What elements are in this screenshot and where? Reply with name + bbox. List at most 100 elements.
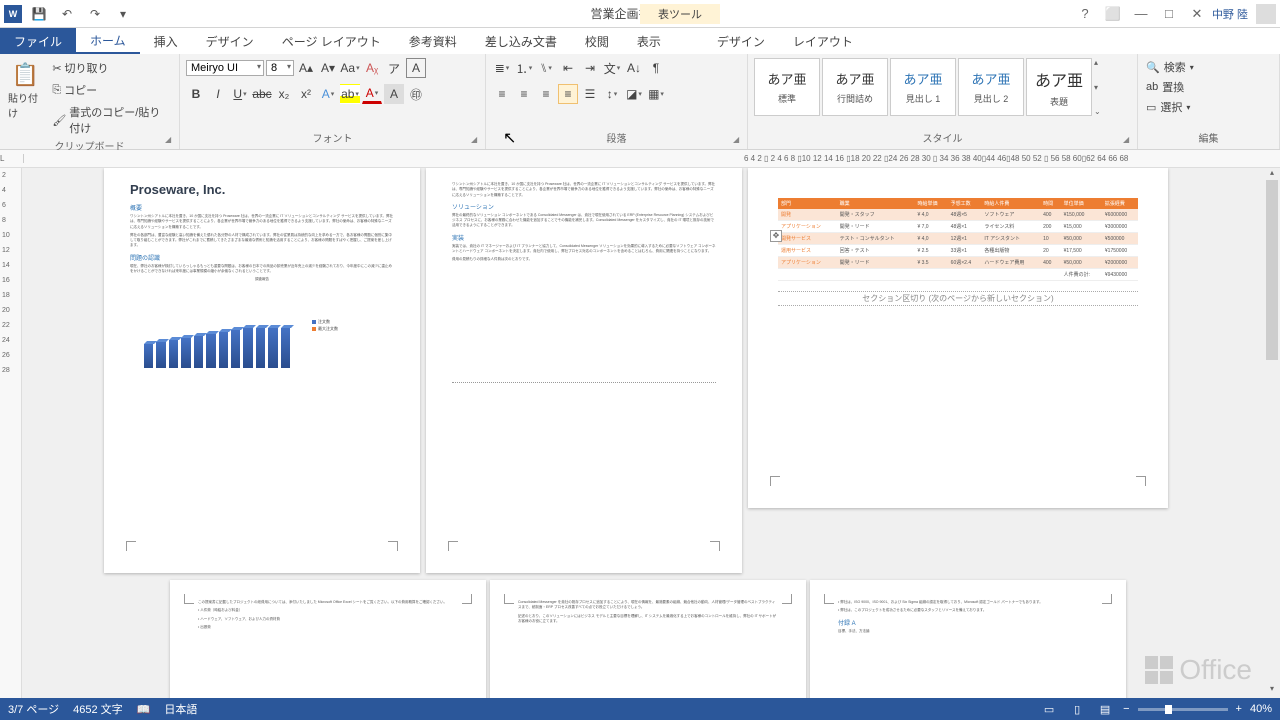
- qat-customize-icon[interactable]: ▾: [112, 3, 134, 25]
- qat-save-icon[interactable]: 💾: [28, 3, 50, 25]
- table-total-row[interactable]: 人件費の計:¥9430000: [778, 269, 1138, 281]
- tab-mailings[interactable]: 差し込み文書: [471, 28, 571, 54]
- qat-redo-icon[interactable]: ↷: [84, 3, 106, 25]
- replace-button[interactable]: ab置換: [1144, 78, 1186, 96]
- font-name-combo[interactable]: Meiryo UI: [186, 60, 264, 76]
- sort-button[interactable]: A↓: [624, 58, 644, 78]
- subscript-button[interactable]: x₂: [274, 84, 294, 104]
- styles-gallery[interactable]: あア亜標準 あア亜行間詰め あア亜見出し 1 あア亜見出し 2 あア亜表題 ▴▾…: [754, 58, 1108, 116]
- highlight-button[interactable]: ab: [340, 84, 360, 104]
- document-area[interactable]: 2 4 6 8 10 12 14 16 18 20 22 24 26 28 Pr…: [0, 168, 1264, 698]
- style-no-spacing[interactable]: あア亜行間詰め: [822, 58, 888, 116]
- ribbon-display-icon[interactable]: ⬜: [1100, 3, 1126, 25]
- character-border-button[interactable]: A: [406, 58, 426, 78]
- minimize-icon[interactable]: —: [1128, 3, 1154, 25]
- status-proofing-icon[interactable]: 📖: [137, 703, 151, 716]
- font-color-button[interactable]: A: [362, 84, 382, 104]
- table-row[interactable]: 運用サービス回答・テスト¥ 2.533週×1各種出版物20¥17,500¥175…: [778, 245, 1138, 257]
- bold-button[interactable]: B: [186, 84, 206, 104]
- cost-table[interactable]: 部門 職業 時給単価 予想工数 時給人件費 時間 単位単価 拡張経費 開発開発・…: [778, 198, 1138, 281]
- zoom-in-button[interactable]: +: [1236, 703, 1242, 715]
- zoom-slider-knob[interactable]: [1165, 705, 1172, 714]
- show-marks-button[interactable]: ¶: [646, 58, 666, 78]
- italic-button[interactable]: I: [208, 84, 228, 104]
- vertical-ruler[interactable]: 2 4 6 8 10 12 14 16 18 20 22 24 26 28: [0, 168, 22, 698]
- asian-layout-button[interactable]: 文: [602, 58, 622, 78]
- clipboard-dialog-launcher[interactable]: ◢: [165, 135, 177, 147]
- close-icon[interactable]: ✕: [1184, 3, 1210, 25]
- increase-indent-button[interactable]: ⇥: [580, 58, 600, 78]
- shading-button[interactable]: ◪: [624, 84, 644, 104]
- paragraph-dialog-launcher[interactable]: ◢: [733, 135, 745, 147]
- table-row[interactable]: 開発開発・スタッフ¥ 4,048週×5ソフトウェア400¥150,000¥600…: [778, 209, 1138, 221]
- grow-font-button[interactable]: A▴: [296, 58, 316, 78]
- copy-button[interactable]: ⎘コピー: [48, 80, 173, 100]
- style-title[interactable]: あア亜表題: [1026, 58, 1092, 116]
- qat-undo-icon[interactable]: ↶: [56, 3, 78, 25]
- view-read-mode-button[interactable]: ▭: [1039, 701, 1059, 717]
- style-heading1[interactable]: あア亜見出し 1: [890, 58, 956, 116]
- font-dialog-launcher[interactable]: ◢: [471, 135, 483, 147]
- decrease-indent-button[interactable]: ⇤: [558, 58, 578, 78]
- style-normal[interactable]: あア亜標準: [754, 58, 820, 116]
- status-word-count[interactable]: 4652 文字: [73, 701, 123, 717]
- restore-icon[interactable]: □: [1156, 3, 1182, 25]
- table-move-handle[interactable]: ✥: [770, 230, 782, 242]
- borders-button[interactable]: ▦: [646, 84, 666, 104]
- cut-button[interactable]: ✂切り取り: [48, 58, 173, 78]
- zoom-out-button[interactable]: −: [1123, 703, 1129, 715]
- phonetic-guide-button[interactable]: ア: [384, 58, 404, 78]
- vertical-scrollbar[interactable]: ▴ ▾: [1264, 168, 1280, 698]
- numbering-button[interactable]: ⒈: [514, 58, 534, 78]
- paste-button[interactable]: 📋 貼り付け: [6, 58, 44, 124]
- user-name[interactable]: 中野 陸: [1212, 6, 1248, 22]
- table-row[interactable]: アプリケーション開発・リード¥ 3.560週×2.4ハードウェア費用400¥50…: [778, 257, 1138, 269]
- underline-button[interactable]: U: [230, 84, 250, 104]
- align-left-button[interactable]: ≡: [492, 84, 512, 104]
- tab-file[interactable]: ファイル: [0, 28, 76, 54]
- status-language[interactable]: 日本語: [164, 701, 197, 717]
- tab-references[interactable]: 参考資料: [395, 28, 471, 54]
- styles-dialog-launcher[interactable]: ◢: [1123, 135, 1135, 147]
- justify-button[interactable]: ≡: [558, 84, 578, 104]
- table-row[interactable]: 開発サービステスト・コンサルタント¥ 4,012週×1IT アシスタント10¥5…: [778, 233, 1138, 245]
- shrink-font-button[interactable]: A▾: [318, 58, 338, 78]
- style-heading2[interactable]: あア亜見出し 2: [958, 58, 1024, 116]
- line-spacing-button[interactable]: ↕: [602, 84, 622, 104]
- page-1[interactable]: Proseware, Inc. 概要 ワシントン州シアトルに本社を置き、10 か…: [104, 168, 420, 573]
- view-web-layout-button[interactable]: ▤: [1095, 701, 1115, 717]
- enclose-characters-button[interactable]: ㊞: [406, 84, 426, 104]
- character-shading-button[interactable]: A: [384, 84, 404, 104]
- tab-page-layout[interactable]: ページ レイアウト: [268, 28, 395, 54]
- align-center-button[interactable]: ≡: [514, 84, 534, 104]
- strikethrough-button[interactable]: abc: [252, 84, 272, 104]
- tab-home[interactable]: ホーム: [76, 28, 140, 54]
- tab-table-design[interactable]: デザイン: [703, 28, 779, 54]
- find-button[interactable]: 🔍検索▾: [1144, 58, 1196, 76]
- styles-scroll[interactable]: ▴▾⌄: [1094, 58, 1108, 116]
- page-3[interactable]: ✥ 部門 職業 時給単価 予想工数 時給人件費 時間 単位単価 拡張経費 開発開…: [748, 168, 1168, 508]
- distributed-button[interactable]: ☰: [580, 84, 600, 104]
- horizontal-ruler[interactable]: L 6 4 2 ▯ 2 4 6 8 ▯10 12 14 16 ▯18 20 22…: [0, 150, 1280, 168]
- help-icon[interactable]: ?: [1072, 3, 1098, 25]
- zoom-slider[interactable]: [1138, 708, 1228, 711]
- tab-review[interactable]: 校閲: [571, 28, 623, 54]
- tab-table-layout[interactable]: レイアウト: [779, 28, 867, 54]
- page-2[interactable]: ワシントン州シアトルに本社を置き、10 か国に支社を持つ Proseware 社…: [426, 168, 742, 573]
- tab-insert[interactable]: 挿入: [140, 28, 192, 54]
- tab-view[interactable]: 表示: [623, 28, 675, 54]
- page-6[interactable]: • 弊社は、ISO 9000、ISO 9001、および Six Sigma 組織…: [810, 580, 1126, 698]
- align-right-button[interactable]: ≡: [536, 84, 556, 104]
- bullets-button[interactable]: ≣: [492, 58, 512, 78]
- page-4[interactable]: この提案書に記載したプロジェクトの総費用については、添付いたしました Micro…: [170, 580, 486, 698]
- change-case-button[interactable]: Aa: [340, 58, 360, 78]
- clear-formatting-button[interactable]: Aᵪ: [362, 58, 382, 78]
- avatar[interactable]: [1256, 4, 1276, 24]
- superscript-button[interactable]: x²: [296, 84, 316, 104]
- font-size-combo[interactable]: 8: [266, 60, 294, 76]
- scroll-thumb[interactable]: [1266, 180, 1278, 360]
- view-print-layout-button[interactable]: ▯: [1067, 701, 1087, 717]
- text-effects-button[interactable]: A: [318, 84, 338, 104]
- multilevel-list-button[interactable]: ⑊: [536, 58, 556, 78]
- zoom-level[interactable]: 40%: [1250, 703, 1272, 715]
